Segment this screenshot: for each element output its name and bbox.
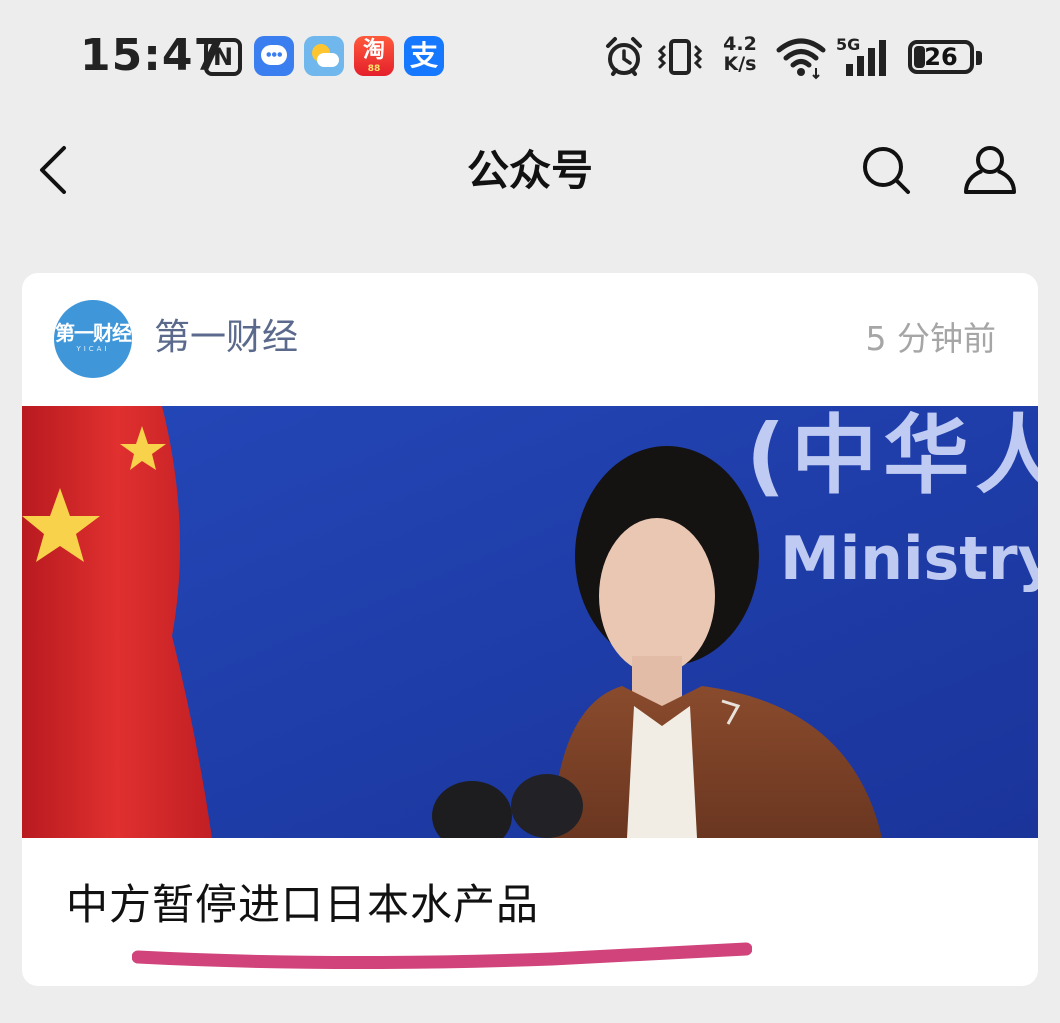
backdrop-text-cn: (中华人	[746, 406, 1038, 506]
battery-tip	[976, 51, 982, 65]
article-cover-image[interactable]: (中华人 Ministry	[22, 406, 1038, 838]
backdrop-text-en: Ministry	[780, 524, 1038, 594]
alipay-icon: 支	[404, 36, 444, 76]
person-icon[interactable]	[960, 140, 1020, 200]
network-speed-value: 4.2	[723, 33, 757, 55]
search-icon[interactable]	[856, 140, 916, 200]
post-time: 5 分钟前	[865, 319, 997, 358]
battery-icon: 26	[908, 40, 974, 74]
network-speed-unit: K/s	[723, 53, 757, 75]
battery-percent: 26	[924, 43, 958, 71]
status-bar: 15:47 N 淘 88 支 4.2 K/s 5G 26	[0, 0, 1060, 115]
signal-icon: 5G	[836, 35, 886, 76]
taobao-icon: 淘 88	[354, 36, 394, 76]
alarm-icon	[606, 37, 642, 76]
avatar-logo-text: 第一财经	[55, 321, 132, 345]
network-speed: 4.2 K/s	[718, 34, 762, 74]
weather-icon	[304, 36, 344, 76]
nfc-icon: N	[204, 38, 242, 76]
article-card[interactable]: 第一财经 YICAI 第一财经 5 分钟前 (中华人 Ministry 中方暂停…	[22, 273, 1038, 986]
wifi-icon	[776, 38, 826, 80]
account-name[interactable]: 第一财经	[154, 313, 298, 363]
vibrate-icon	[657, 39, 703, 75]
handdrawn-underline	[132, 942, 752, 970]
signal-label: 5G	[836, 35, 860, 54]
article-headline[interactable]: 中方暂停进口日本水产品	[66, 875, 539, 935]
message-icon	[254, 36, 294, 76]
account-avatar[interactable]: 第一财经 YICAI	[54, 300, 132, 378]
taobao-icon-sub: 88	[367, 64, 381, 74]
avatar-logo-sub: YICAI	[76, 345, 110, 353]
taobao-icon-label: 淘	[362, 38, 385, 63]
